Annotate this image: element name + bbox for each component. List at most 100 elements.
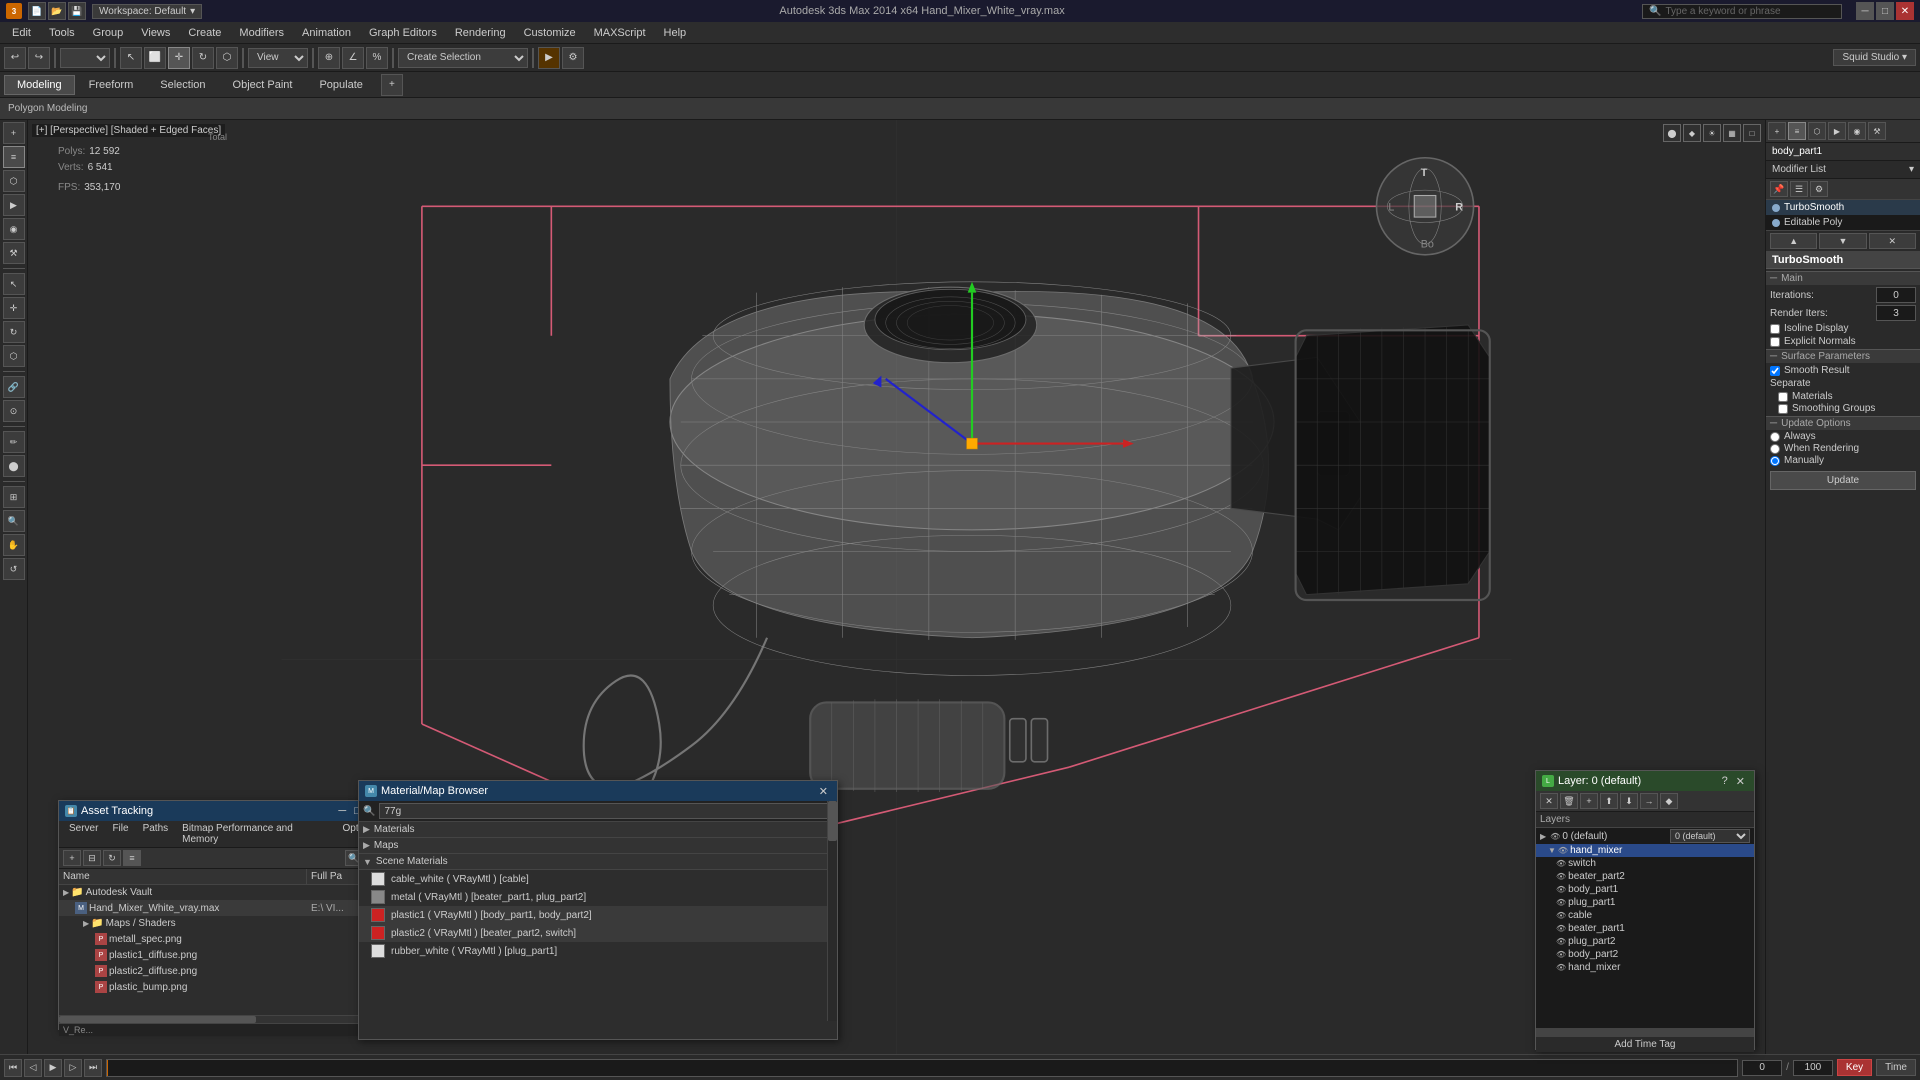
layer-default-dropdown[interactable]: 0 (default) [1670, 829, 1750, 843]
move-tool[interactable]: ✛ [3, 297, 25, 319]
list-item[interactable]: P plastic2_diffuse.png [59, 963, 387, 979]
material-close-btn[interactable]: ✕ [816, 785, 831, 798]
menu-maxscript[interactable]: MAXScript [586, 25, 654, 41]
rpanel-tab-hierarchy[interactable]: ⬡ [1808, 122, 1826, 140]
layers-scrollbar[interactable] [1536, 1028, 1754, 1036]
layers-move-up-btn[interactable]: ⬆ [1600, 793, 1618, 809]
menu-edit[interactable]: Edit [4, 25, 39, 41]
layer-item-default[interactable]: ▶ 👁 0 (default) 0 (default) [1536, 828, 1754, 844]
asset-scrollbar[interactable] [59, 1015, 387, 1023]
render-btn[interactable]: ▶ [538, 47, 560, 69]
always-radio-row[interactable]: Always [1770, 431, 1916, 442]
arc-rotate-btn[interactable]: ↺ [3, 558, 25, 580]
scale-btn[interactable]: ⬡ [216, 47, 238, 69]
percent-snap-btn[interactable]: % [366, 47, 388, 69]
utilities-btn[interactable]: ⚒ [3, 242, 25, 264]
viewport-lighting-btn[interactable]: ☀ [1703, 124, 1721, 142]
rpanel-tab-display[interactable]: ◉ [1848, 122, 1866, 140]
tab-modeling[interactable]: Modeling [4, 75, 75, 95]
materials-checkbox[interactable] [1778, 392, 1788, 402]
modifier-list-dropdown[interactable]: Modifier List ▾ [1766, 161, 1920, 179]
workspace-dropdown[interactable]: Workspace: Default ▾ [92, 4, 202, 19]
select-tool[interactable]: ↖ [3, 273, 25, 295]
layers-move-down-btn[interactable]: ⬇ [1620, 793, 1638, 809]
menu-graph-editors[interactable]: Graph Editors [361, 25, 445, 41]
menu-animation[interactable]: Animation [294, 25, 359, 41]
smooth-result-row[interactable]: Smooth Result [1770, 365, 1916, 376]
delete-modifier-btn[interactable]: ✕ [1869, 233, 1916, 249]
timeline-track[interactable] [106, 1059, 1738, 1077]
select-region-btn[interactable]: ⬜ [144, 47, 166, 69]
surface-params-section[interactable]: ─ Surface Parameters [1766, 349, 1920, 363]
isoline-checkbox[interactable] [1770, 324, 1780, 334]
rpanel-tab-motion[interactable]: ▶ [1828, 122, 1846, 140]
mat-item-rubber[interactable]: rubber_white ( VRayMtl ) [plug_part1] [359, 942, 837, 960]
manually-radio-row[interactable]: Manually [1770, 455, 1916, 466]
prev-frame-btn[interactable]: ◁ [24, 1059, 42, 1077]
prev-key-btn[interactable]: ⏮ [4, 1059, 22, 1077]
viewport[interactable]: [+] [Perspective] [Shaded + Edged Faces]… [28, 120, 1765, 1080]
smooth-result-checkbox[interactable] [1770, 366, 1780, 376]
layers-close-btn[interactable]: ✕ [1733, 775, 1748, 788]
isoline-display-row[interactable]: Isoline Display [1770, 323, 1916, 334]
layer-item-beater1[interactable]: 👁 beater_part1 [1536, 922, 1754, 935]
mat-item-plastic2[interactable]: plastic2 ( VRayMtl ) [beater_part2, swit… [359, 924, 837, 942]
tab-selection[interactable]: Selection [147, 75, 218, 95]
configure-modifiers-btn[interactable]: ⚙ [1810, 181, 1828, 197]
always-radio[interactable] [1770, 432, 1780, 442]
manually-radio[interactable] [1770, 456, 1780, 466]
mat-item-cable[interactable]: cable_white ( VRayMtl ) [cable] [359, 870, 837, 888]
move-modifier-down-btn[interactable]: ▼ [1819, 233, 1866, 249]
create-selection-dropdown[interactable]: Create Selection [398, 48, 528, 68]
close-btn[interactable]: ✕ [1896, 2, 1914, 20]
tab-populate[interactable]: Populate [306, 75, 375, 95]
menu-modifiers[interactable]: Modifiers [231, 25, 292, 41]
render-iters-input[interactable] [1876, 305, 1916, 321]
angle-snap-btn[interactable]: ∠ [342, 47, 364, 69]
material-search-input[interactable] [379, 803, 833, 819]
show-all-btn[interactable]: ☰ [1790, 181, 1808, 197]
motion-btn[interactable]: ▶ [3, 194, 25, 216]
layer-item-cable[interactable]: 👁 cable [1536, 909, 1754, 922]
scale-tool[interactable]: ⬡ [3, 345, 25, 367]
layer-item-plug1[interactable]: 👁 plug_part1 [1536, 896, 1754, 909]
material-scrollbar[interactable] [827, 801, 837, 1021]
viewport-config-btn[interactable]: ◆ [1683, 124, 1701, 142]
mat-item-metal[interactable]: metal ( VRayMtl ) [beater_part1, plug_pa… [359, 888, 837, 906]
tab-extra-btn[interactable]: + [381, 74, 403, 96]
layers-panel-title[interactable]: L Layer: 0 (default) ? ✕ [1536, 771, 1754, 791]
asset-bitmap-menu[interactable]: Bitmap Performance and Memory [176, 822, 334, 846]
new-btn[interactable]: 📄 [28, 2, 46, 20]
layer-item-hand-mixer[interactable]: ▼ 👁 hand_mixer [1536, 844, 1754, 857]
explicit-normals-row[interactable]: Explicit Normals [1770, 336, 1916, 347]
list-item[interactable]: P plastic_bump.png [59, 979, 387, 995]
material-panel-title[interactable]: M Material/Map Browser ✕ [359, 781, 837, 801]
layers-delete-btn[interactable]: 🗑 [1560, 793, 1578, 809]
hierarchy-btn[interactable]: ⬡ [3, 170, 25, 192]
zoom-extents-btn[interactable]: ⊞ [3, 486, 25, 508]
key-btn[interactable]: Key [1837, 1059, 1872, 1076]
layers-new-btn[interactable]: ✕ [1540, 793, 1558, 809]
materials-separate-row[interactable]: Materials [1778, 391, 1908, 402]
zoom-btn[interactable]: 🔍 [3, 510, 25, 532]
menu-views[interactable]: Views [133, 25, 178, 41]
asset-add-btn[interactable]: + [63, 850, 81, 866]
layers-from-sel-btn[interactable]: ◆ [1660, 793, 1678, 809]
vertex-paint-btn[interactable]: ✏ [3, 431, 25, 453]
maps-section-header[interactable]: ▶ Maps [359, 838, 837, 854]
layer-item-body1[interactable]: 👁 body_part1 [1536, 883, 1754, 896]
create-mode-btn[interactable]: + [3, 122, 25, 144]
tab-freeform[interactable]: Freeform [76, 75, 147, 95]
menu-help[interactable]: Help [656, 25, 695, 41]
open-btn[interactable]: 📂 [48, 2, 66, 20]
add-time-tag-btn[interactable]: Add Time Tag [1536, 1036, 1754, 1052]
asset-refresh-btn[interactable]: ↻ [103, 850, 121, 866]
paint-deform-btn[interactable]: ⬤ [3, 455, 25, 477]
filter-dropdown[interactable]: All [60, 48, 110, 68]
layers-help-btn[interactable]: ? [1719, 775, 1731, 787]
pin-btn[interactable]: 📌 [1770, 181, 1788, 197]
scene-materials-section-header[interactable]: ▼ Scene Materials [359, 854, 837, 870]
asset-paths-menu[interactable]: Paths [137, 822, 175, 846]
select-btn[interactable]: ↖ [120, 47, 142, 69]
update-options-section[interactable]: ─ Update Options [1766, 416, 1920, 430]
